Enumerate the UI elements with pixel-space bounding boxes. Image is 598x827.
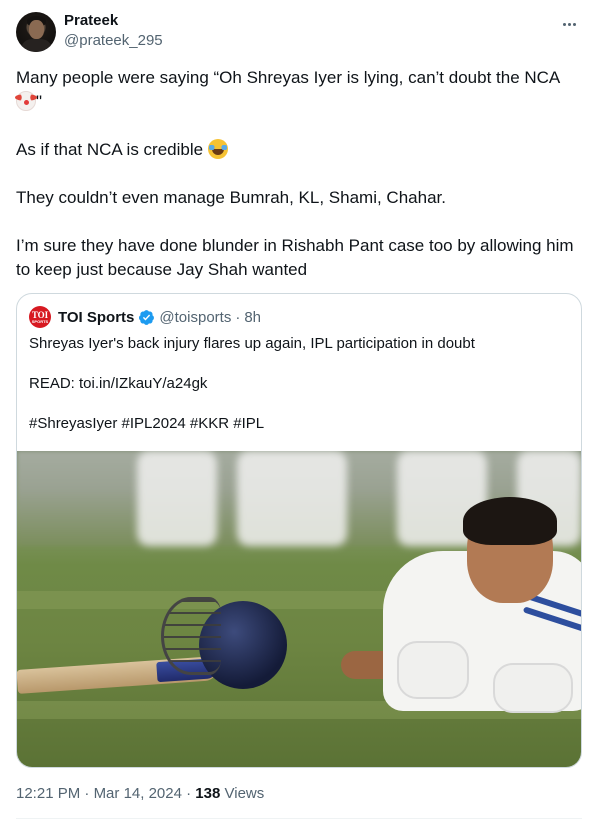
author-handle[interactable]: @prateek_295	[64, 32, 163, 49]
cricket-helmet-image	[155, 595, 287, 695]
tweet-metadata: 12:21 PM · Mar 14, 2024 · 138 Views	[16, 785, 264, 802]
tweet-time[interactable]: 12:21 PM	[16, 785, 80, 802]
quoted-timestamp[interactable]: 8h	[244, 309, 261, 326]
quoted-author-handle[interactable]: @toisports	[159, 309, 231, 326]
tweet-paragraph-2: As if that NCA is credible	[16, 138, 582, 162]
cricketer-image	[317, 491, 581, 767]
views-count: 138	[195, 785, 221, 802]
separator-dot: ·	[186, 785, 192, 802]
author-avatar[interactable]	[16, 12, 56, 52]
separator-dot: ·	[235, 308, 241, 326]
quoted-tweet-header: TOI SPORTS TOI Sports @toisports · 8h	[29, 306, 261, 328]
clown-face-emoji-icon	[15, 91, 37, 111]
quoted-read-link: READ: toi.in/IZkauY/a24gk	[29, 375, 208, 392]
quoted-tweet-card[interactable]: TOI SPORTS TOI Sports @toisports · 8h Sh…	[16, 293, 582, 768]
tweet-paragraph-1: Many people were saying “Oh Shreyas Iyer…	[15, 68, 560, 111]
tweet-paragraph-4: I’m sure they have done blunder in Risha…	[16, 236, 574, 279]
tweet-header: Prateek @prateek_295	[16, 12, 582, 56]
tweet-paragraph-3: They couldn’t even manage Bumrah, KL, Sh…	[16, 188, 446, 207]
toi-logo-avatar[interactable]: TOI SPORTS	[29, 306, 51, 328]
tears-of-joy-emoji-icon	[207, 139, 228, 159]
quoted-headline: Shreyas Iyer's back injury flares up aga…	[29, 335, 475, 352]
tweet-date[interactable]: Mar 14, 2024	[94, 785, 182, 802]
separator-dot: ·	[84, 785, 90, 802]
quoted-hashtags: #ShreyasIyer #IPL2024 #KKR #IPL	[29, 415, 265, 432]
quoted-author-name[interactable]: TOI Sports	[58, 309, 134, 326]
bottom-divider	[16, 818, 582, 819]
quoted-tweet-text: Shreyas Iyer's back injury flares up aga…	[29, 334, 569, 434]
quoted-tweet-photo[interactable]	[17, 451, 581, 767]
author-name[interactable]: Prateek	[64, 12, 118, 29]
more-options-button[interactable]	[558, 14, 580, 34]
tweet-text: Many people were saying “Oh Shreyas Iyer…	[15, 66, 582, 282]
views-label: Views	[224, 785, 265, 802]
more-horizontal-icon	[562, 22, 566, 26]
verified-badge-icon	[139, 309, 155, 325]
